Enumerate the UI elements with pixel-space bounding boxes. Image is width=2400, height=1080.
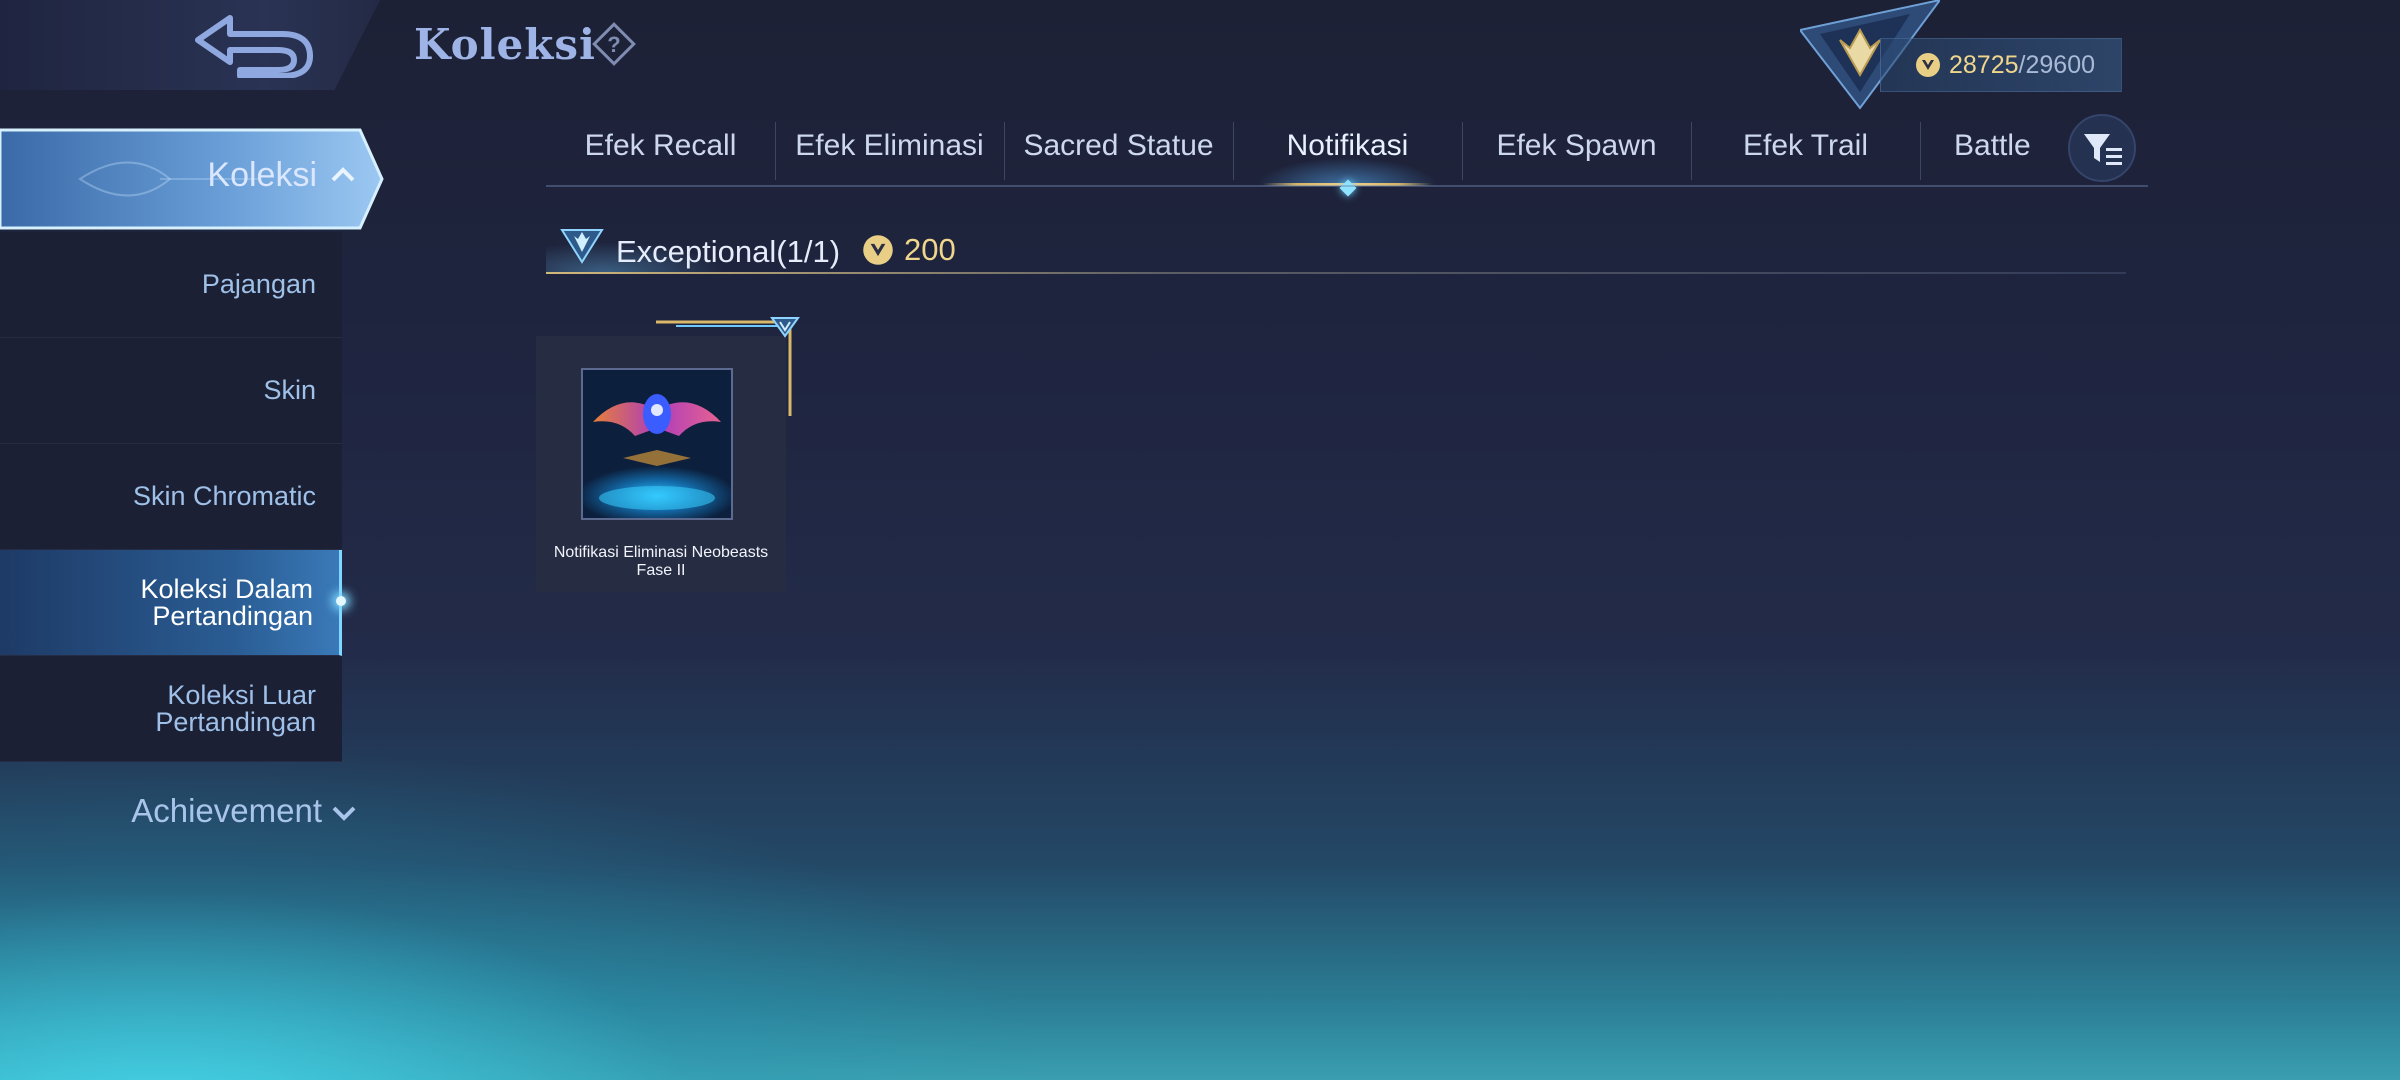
points-separator: / xyxy=(2018,50,2026,79)
help-diamond-icon: ? xyxy=(592,22,636,66)
section-count: (1/1) xyxy=(776,234,841,269)
item-name: Notifikasi Eliminasi Neobeasts Fase II xyxy=(553,544,769,579)
chevron-up-icon xyxy=(331,167,355,182)
tab-efek-recall[interactable]: Efek Recall xyxy=(546,118,775,186)
filter-icon xyxy=(2084,134,2122,165)
item-card[interactable]: Notifikasi Eliminasi Neobeasts Fase II xyxy=(536,336,786,592)
tab-label: Efek Recall xyxy=(584,129,737,162)
sidebar-group-label: Koleksi xyxy=(207,156,317,194)
back-arrow-icon xyxy=(195,15,313,79)
section-divider xyxy=(546,272,2126,274)
sidebar-item-pajangan[interactable]: Pajangan xyxy=(0,232,342,338)
section-cost: 200 xyxy=(862,232,956,268)
points-max: 29600 xyxy=(2025,50,2096,79)
tab-label: Battle xyxy=(1954,129,2031,162)
filter-button[interactable] xyxy=(2068,114,2136,182)
points-current: 28725 xyxy=(1949,50,2019,79)
tab-efek-trail[interactable]: Efek Trail xyxy=(1691,118,1920,186)
sidebar-item-label: Skin xyxy=(263,375,316,405)
tab-notifikasi[interactable]: Notifikasi xyxy=(1233,118,1462,197)
sidebar-item-label: Skin Chromatic xyxy=(132,481,316,511)
tab-battle[interactable]: Battle xyxy=(1920,118,2080,186)
tab-efek-spawn[interactable]: Efek Spawn xyxy=(1462,118,1691,186)
sidebar-list: Pajangan Skin Skin Chromatic Koleksi Dal… xyxy=(0,232,346,762)
svg-text:?: ? xyxy=(607,32,620,57)
tabs-divider xyxy=(546,185,2148,187)
tab-label: Efek Spawn xyxy=(1496,129,1657,162)
section-cost-value: 200 xyxy=(904,232,956,267)
sidebar-item-koleksi-dalam-pertandingan[interactable]: Koleksi Dalam Pertandingan xyxy=(0,550,346,656)
tab-sacred-statue[interactable]: Sacred Statue xyxy=(1004,118,1233,186)
tab-label: Sacred Statue xyxy=(1023,129,1214,162)
sidebar-item-label: Pajangan xyxy=(201,269,316,299)
rank-emblem-icon xyxy=(560,229,604,264)
section-title: Exceptional(1/1) xyxy=(616,234,840,270)
sidebar-group-koleksi[interactable]: Koleksi xyxy=(0,126,385,232)
sidebar-item-koleksi-luar-pertandingan[interactable]: Koleksi Luar Pertandingan xyxy=(0,656,342,762)
sidebar-item-label: Koleksi Dalam Pertandingan xyxy=(140,573,313,631)
tab-label: Efek Eliminasi xyxy=(795,129,984,162)
help-button[interactable]: ? xyxy=(590,20,638,68)
sidebar-item-skin-chromatic[interactable]: Skin Chromatic xyxy=(0,444,342,550)
sidebar-item-skin[interactable]: Skin xyxy=(0,338,342,444)
collection-coin-icon xyxy=(863,235,893,265)
tab-efek-eliminasi[interactable]: Efek Eliminasi xyxy=(775,118,1004,186)
sidebar-group-label: Achievement xyxy=(131,792,322,829)
tab-label: Efek Trail xyxy=(1742,129,1869,162)
sidebar-item-label: Koleksi Luar Pertandingan xyxy=(155,679,316,737)
collection-points: 28725/29600 xyxy=(1880,38,2122,92)
item-thumbnail xyxy=(581,368,733,520)
active-group-background xyxy=(0,128,384,230)
rarity-section-header: Exceptional(1/1) 200 xyxy=(546,222,2126,278)
collection-coin-icon xyxy=(1916,53,1940,77)
neobeasts-emblem-image xyxy=(593,394,721,510)
section-rank: Exceptional xyxy=(616,234,777,269)
page-title: Koleksi xyxy=(414,20,596,69)
back-button[interactable] xyxy=(190,10,320,79)
category-tabs: Efek Recall Efek Eliminasi Sacred Statue… xyxy=(546,118,2146,197)
chevron-down-icon xyxy=(332,806,356,822)
tab-label: Notifikasi xyxy=(1286,129,1409,162)
sidebar-group-achievement[interactable]: Achievement xyxy=(0,792,356,830)
